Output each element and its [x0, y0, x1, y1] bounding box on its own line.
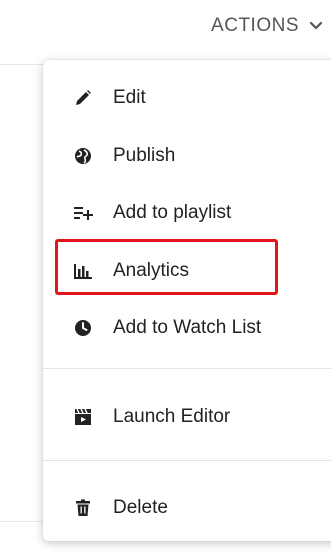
globe-icon: [73, 146, 93, 166]
chevron-down-icon: [309, 21, 331, 31]
menu-item-launch-editor[interactable]: Launch Editor: [43, 395, 331, 439]
menu-item-edit[interactable]: Edit: [43, 76, 331, 120]
actions-dropdown-button[interactable]: ACTIONS: [211, 12, 331, 40]
menu-item-label: Add to playlist: [113, 202, 232, 223]
menu-item-add-to-watch-list[interactable]: Add to Watch List: [43, 306, 331, 350]
clapperboard-icon: [73, 407, 93, 427]
trash-icon: [73, 498, 93, 518]
actions-menu: Edit Publish Add to playlist Analytics A…: [43, 60, 331, 541]
menu-item-label: Delete: [113, 497, 168, 518]
menu-item-label: Launch Editor: [113, 406, 231, 427]
page: ACTIONS Edit Publish Add to playlist Ana…: [0, 0, 331, 558]
bar-chart-icon: [73, 261, 93, 281]
menu-separator: [43, 460, 331, 461]
menu-item-analytics[interactable]: Analytics: [43, 249, 331, 293]
menu-item-publish[interactable]: Publish: [43, 134, 331, 178]
playlist-add-icon: [73, 203, 93, 223]
menu-item-add-to-playlist[interactable]: Add to playlist: [43, 191, 331, 235]
menu-item-label: Add to Watch List: [113, 317, 262, 338]
menu-item-label: Edit: [113, 87, 146, 108]
menu-separator: [43, 368, 331, 369]
menu-item-label: Analytics: [113, 260, 190, 281]
actions-label: ACTIONS: [211, 15, 299, 36]
menu-item-delete[interactable]: Delete: [43, 486, 331, 530]
clock-icon: [73, 318, 93, 338]
pencil-icon: [73, 88, 93, 108]
menu-item-label: Publish: [113, 145, 176, 166]
